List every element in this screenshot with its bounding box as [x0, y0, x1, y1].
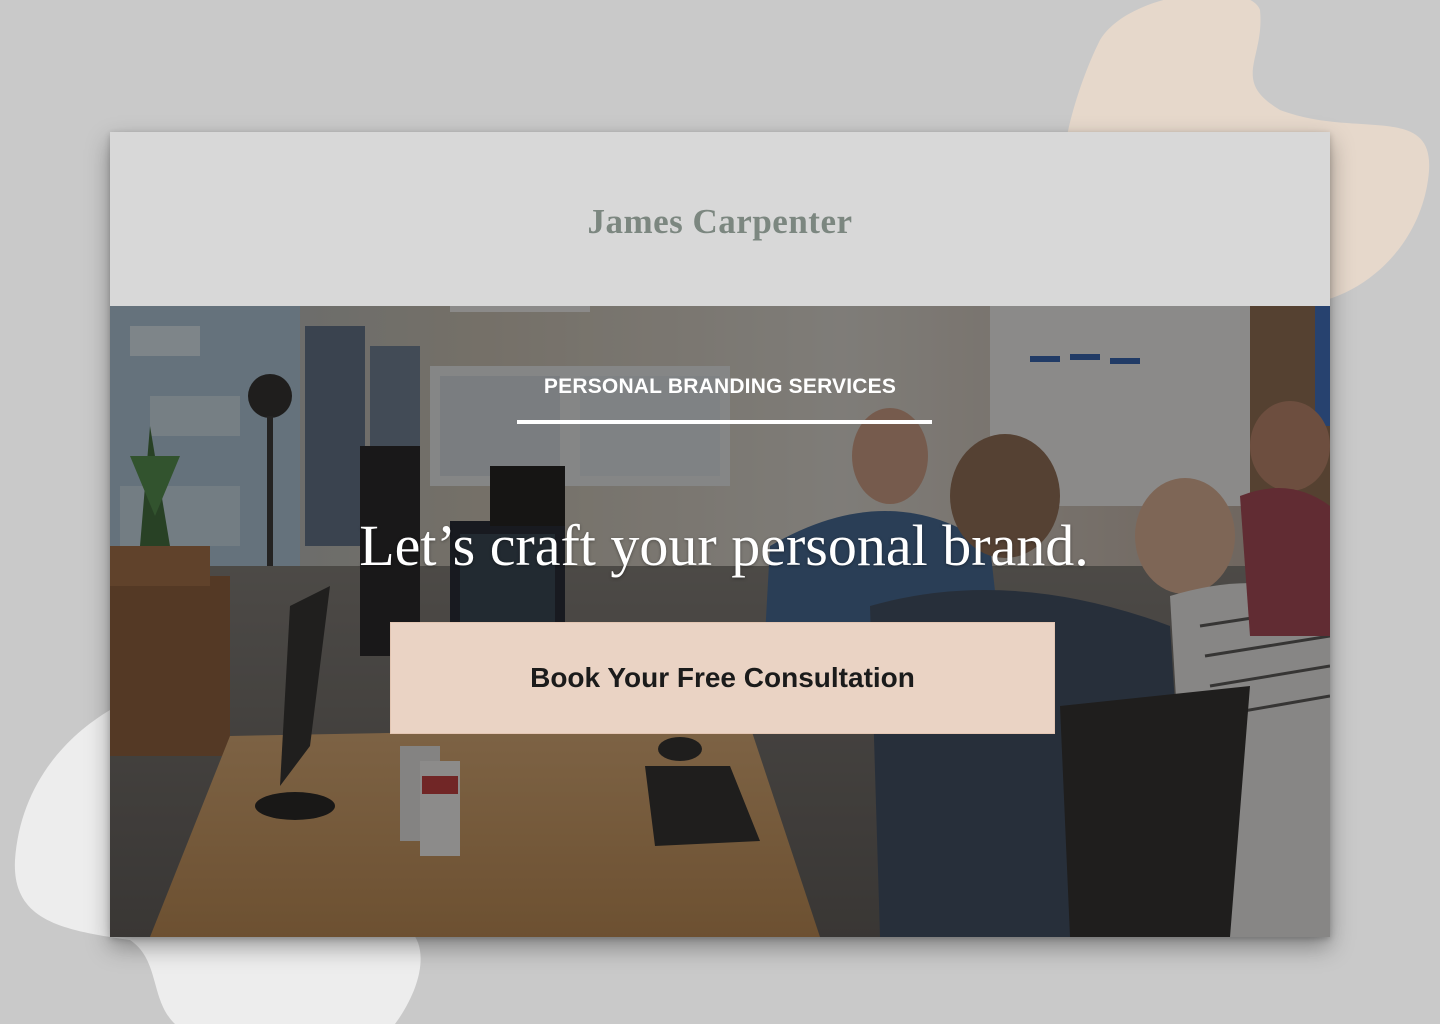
hero-eyebrow: PERSONAL BRANDING SERVICES: [543, 375, 897, 398]
hero-headline: Let’s craft your personal brand.: [359, 513, 1089, 578]
book-consultation-label: Book Your Free Consultation: [530, 662, 915, 693]
eyebrow-divider: [517, 420, 932, 424]
hero-section: PERSONAL BRANDING SERVICES Let’s craft y…: [110, 306, 1330, 937]
landing-card: James Carpenter PERSONAL BRANDING SERVIC…: [110, 132, 1330, 937]
site-header: James Carpenter: [110, 132, 1330, 306]
brand-name[interactable]: James Carpenter: [587, 202, 852, 242]
book-consultation-button[interactable]: Book Your Free Consultation: [390, 622, 1055, 734]
